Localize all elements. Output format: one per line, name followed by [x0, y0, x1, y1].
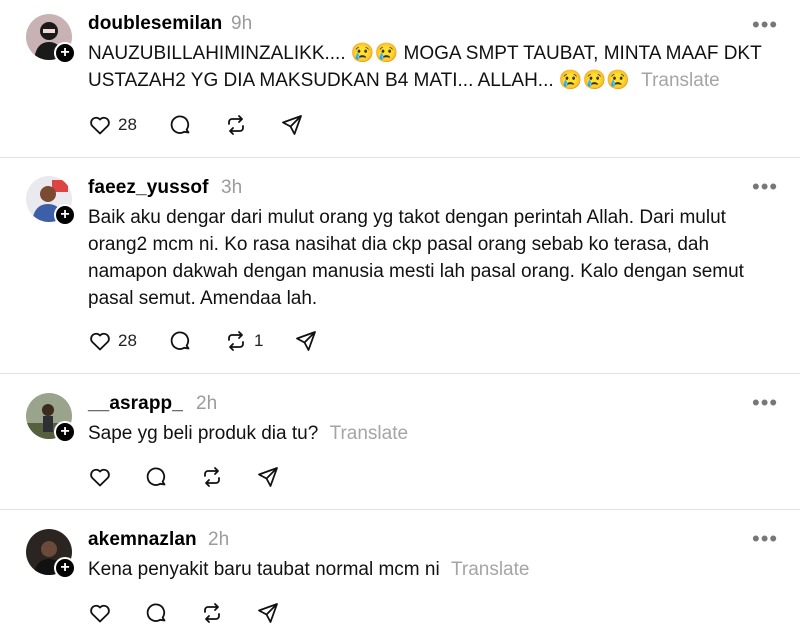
- translate-link[interactable]: Translate: [330, 423, 409, 444]
- translate-link[interactable]: Translate: [641, 70, 720, 91]
- post-text: Sape yg beli produk dia tu? Translate: [88, 420, 768, 447]
- comment-button[interactable]: [144, 464, 168, 490]
- comment-icon: [146, 603, 166, 622]
- share-button[interactable]: [256, 464, 280, 490]
- repost-icon: [204, 603, 220, 623]
- repost-icon: [228, 115, 244, 135]
- repost-button[interactable]: 1: [224, 328, 263, 354]
- repost-count: 1: [254, 331, 264, 350]
- more-options-icon[interactable]: •••: [752, 14, 778, 36]
- repost-button[interactable]: [200, 464, 224, 490]
- more-options-icon[interactable]: •••: [752, 528, 778, 550]
- comment-button[interactable]: [168, 112, 192, 138]
- like-count: 28: [118, 331, 137, 350]
- post-body: Baik aku dengar dari mulut orang yg tako…: [88, 207, 744, 309]
- username[interactable]: __asrapp_: [88, 393, 183, 415]
- share-button[interactable]: [294, 328, 318, 354]
- comment-button[interactable]: [168, 328, 192, 354]
- follow-plus-icon[interactable]: +: [54, 421, 76, 443]
- comment-icon: [146, 467, 166, 486]
- thread-post: + faeez_yussof 3h ••• Baik aku dengar da…: [0, 157, 800, 374]
- heart-icon: [90, 468, 110, 487]
- username[interactable]: doublesemilan: [88, 13, 222, 35]
- follow-plus-icon[interactable]: +: [54, 42, 76, 64]
- post-time: 3h: [221, 177, 243, 198]
- more-options-icon[interactable]: •••: [752, 176, 778, 198]
- repost-icon: [204, 467, 220, 487]
- translate-link[interactable]: Translate: [451, 559, 530, 580]
- post-time: 2h: [208, 529, 230, 550]
- send-icon: [296, 331, 316, 351]
- post-text: Baik aku dengar dari mulut orang yg tako…: [88, 204, 768, 312]
- repost-button[interactable]: [200, 600, 224, 626]
- username[interactable]: faeez_yussof: [88, 177, 209, 199]
- like-button[interactable]: [88, 600, 112, 626]
- more-options-icon[interactable]: •••: [752, 392, 778, 414]
- post-text: Kena penyakit baru taubat normal mcm ni …: [88, 556, 768, 583]
- thread-post: + __asrapp_ 2h ••• Sape yg beli produk d…: [0, 373, 800, 510]
- like-button[interactable]: [88, 464, 112, 490]
- thread-post: + doublesemilan 9h ••• NAUZUBILLAHIMINZA…: [0, 0, 800, 158]
- share-button[interactable]: [256, 600, 280, 626]
- like-button[interactable]: 28: [88, 112, 137, 138]
- heart-icon: [90, 604, 110, 623]
- heart-icon: [90, 332, 110, 351]
- share-button[interactable]: [280, 112, 304, 138]
- post-time: 9h: [231, 13, 253, 34]
- thread-post: + akemnazlan 2h ••• Kena penyakit baru t…: [0, 509, 800, 641]
- comment-button[interactable]: [144, 600, 168, 626]
- comment-icon: [170, 331, 190, 350]
- post-text: NAUZUBILLAHIMINZALIKK.... 😢😢 MOGA SMPT T…: [88, 40, 768, 94]
- send-icon: [258, 603, 278, 623]
- post-time: 2h: [196, 393, 218, 414]
- like-button[interactable]: 28: [88, 328, 137, 354]
- heart-icon: [90, 116, 110, 135]
- username[interactable]: akemnazlan: [88, 529, 197, 551]
- like-count: 28: [118, 115, 137, 134]
- follow-plus-icon[interactable]: +: [54, 557, 76, 579]
- repost-icon: [228, 331, 244, 351]
- send-icon: [258, 467, 278, 487]
- post-body: Sape yg beli produk dia tu?: [88, 423, 319, 444]
- send-icon: [282, 115, 302, 135]
- post-body: Kena penyakit baru taubat normal mcm ni: [88, 559, 440, 580]
- repost-button[interactable]: [224, 112, 248, 138]
- comment-icon: [170, 115, 190, 134]
- follow-plus-icon[interactable]: +: [54, 204, 76, 226]
